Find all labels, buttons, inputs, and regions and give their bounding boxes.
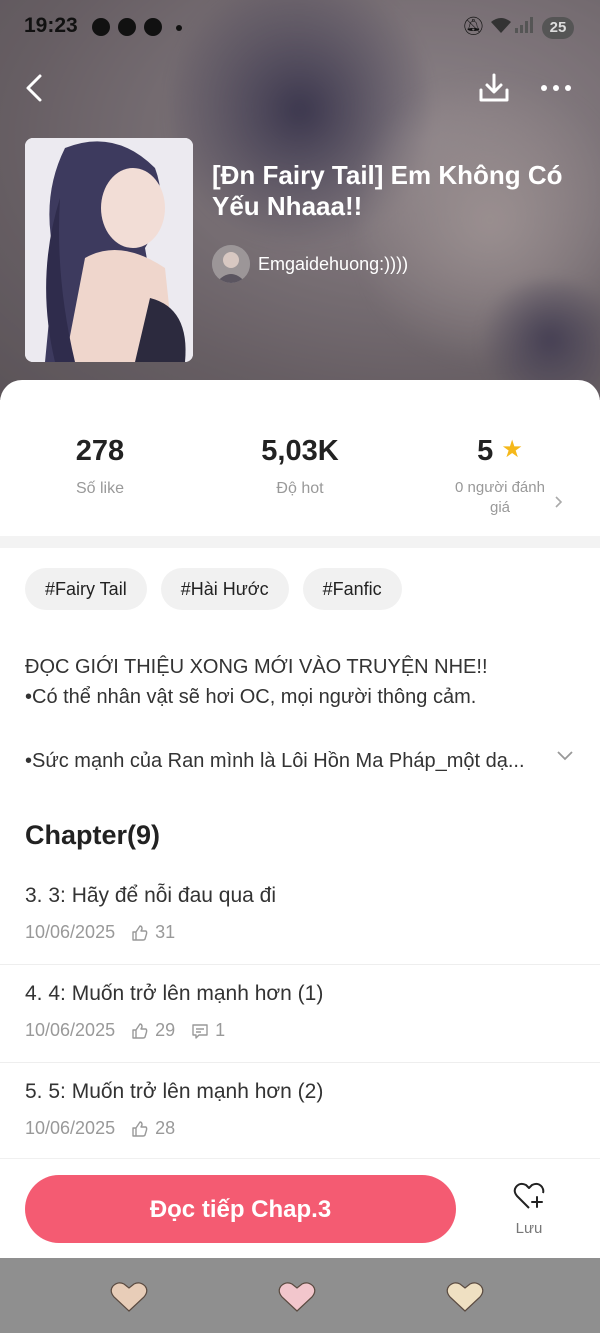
chapter-heading: Chapter(9) xyxy=(25,820,161,850)
description-line: •Sức mạnh của Ran mình là Lôi Hồn Ma Phá… xyxy=(25,750,525,772)
chapter-date: 10/06/2025 xyxy=(25,922,116,942)
chapter-item[interactable]: 4. 4: Muốn trở lên mạnh hơn (1) 10/06/20… xyxy=(0,982,600,1080)
system-navigation-bar xyxy=(0,1258,600,1333)
more-notifications-dot xyxy=(176,25,182,31)
stats-row: 278 Số like 5,03K Độ hot 5 ★ 0 người đán… xyxy=(0,380,600,535)
bottom-action-bar: Đọc tiếp Chap.3 Lưu xyxy=(0,1158,600,1259)
signal-icon xyxy=(514,16,534,37)
description-line: •Có thể nhân vật sẽ hơi OC, mọi người th… xyxy=(25,686,477,708)
chapter-name: 5. 5: Muốn trở lên mạnh hơn (2) xyxy=(25,1080,324,1103)
back-button[interactable] xyxy=(18,70,54,106)
hot-count: 5,03K xyxy=(261,435,339,467)
more-options-button[interactable] xyxy=(538,70,578,106)
stat-rating[interactable]: 5 ★ 0 người đánh giá xyxy=(400,435,600,518)
save-label: Lưu xyxy=(515,1220,543,1237)
rating-value: 5 xyxy=(477,435,494,467)
tag-chip[interactable]: #Fairy Tail xyxy=(25,568,147,610)
author-row[interactable]: Emgaidehuong:)))) xyxy=(212,244,408,284)
tag-chip[interactable]: #Fanfic xyxy=(302,568,402,610)
author-name[interactable]: Emgaidehuong:)))) xyxy=(258,254,408,275)
continue-reading-button[interactable]: Đọc tiếp Chap.3 xyxy=(25,1175,456,1243)
download-button[interactable] xyxy=(476,70,512,106)
chapter-likes: 29 xyxy=(155,1020,176,1040)
stat-likes: 278 Số like xyxy=(0,435,200,498)
app-notification-icon xyxy=(118,18,136,36)
heart-icon[interactable] xyxy=(109,1280,149,1314)
chapter-date: 10/06/2025 xyxy=(25,1020,116,1040)
status-time: 19:23 xyxy=(24,14,78,37)
heart-icon[interactable] xyxy=(445,1280,485,1314)
chapter-name: 4. 4: Muốn trở lên mạnh hơn (1) xyxy=(25,982,324,1005)
hot-label: Độ hot xyxy=(276,480,324,497)
chapter-item[interactable]: 3. 3: Hãy để nỗi đau qua đi 10/06/2025 3… xyxy=(0,884,600,982)
heart-icon[interactable] xyxy=(277,1280,317,1314)
story-title: [Đn Fairy Tail] Em Không Có Yếu Nhaaa!! xyxy=(212,160,563,221)
author-avatar[interactable] xyxy=(212,245,250,283)
story-description[interactable]: ĐỌC GIỚI THIỆU XONG MỚI VÀO TRUYỆN NHE!!… xyxy=(25,652,585,772)
messenger-icon xyxy=(92,18,110,36)
chapter-likes: 31 xyxy=(155,922,176,942)
stat-hot: 5,03K Độ hot xyxy=(200,435,400,498)
back-icon xyxy=(26,74,42,102)
heart-add-icon xyxy=(513,1182,545,1209)
battery-indicator: 25 xyxy=(542,17,574,39)
tag-list: #Fairy Tail #Hài Hước #Fanfic xyxy=(25,568,402,610)
wifi-icon xyxy=(490,16,512,39)
likes-count: 278 xyxy=(75,435,125,467)
chapter-date: 10/06/2025 xyxy=(25,1118,116,1138)
mute-icon: 🔕︎ xyxy=(462,16,485,36)
rating-label: 0 người đánh xyxy=(455,479,545,496)
comment-icon xyxy=(192,1023,208,1039)
chapter-name: 3. 3: Hãy để nỗi đau qua đi xyxy=(25,884,277,907)
messenger-icon xyxy=(144,18,162,36)
cover-image[interactable] xyxy=(25,138,193,362)
thumb-up-icon xyxy=(132,924,148,941)
tag-chip[interactable]: #Hài Hước xyxy=(160,568,289,610)
description-line: ĐỌC GIỚI THIỆU XONG MỚI VÀO TRUYỆN NHE!! xyxy=(25,656,488,678)
download-icon xyxy=(479,73,509,102)
save-button[interactable]: Lưu xyxy=(496,1181,562,1247)
star-icon: ★ xyxy=(501,436,523,463)
chapter-likes: 28 xyxy=(155,1118,176,1138)
likes-label: Số like xyxy=(75,480,125,497)
thumb-up-icon xyxy=(132,1120,148,1137)
rating-label-cont: giá xyxy=(489,499,511,516)
chevron-down-icon[interactable] xyxy=(555,748,575,762)
status-bar: 19:23 🔕︎ 25 xyxy=(0,0,600,56)
chevron-right-icon[interactable] xyxy=(553,494,565,510)
chapter-comments: 1 xyxy=(215,1020,226,1040)
thumb-up-icon xyxy=(132,1022,148,1039)
more-icon xyxy=(541,85,571,91)
section-divider xyxy=(0,536,600,548)
